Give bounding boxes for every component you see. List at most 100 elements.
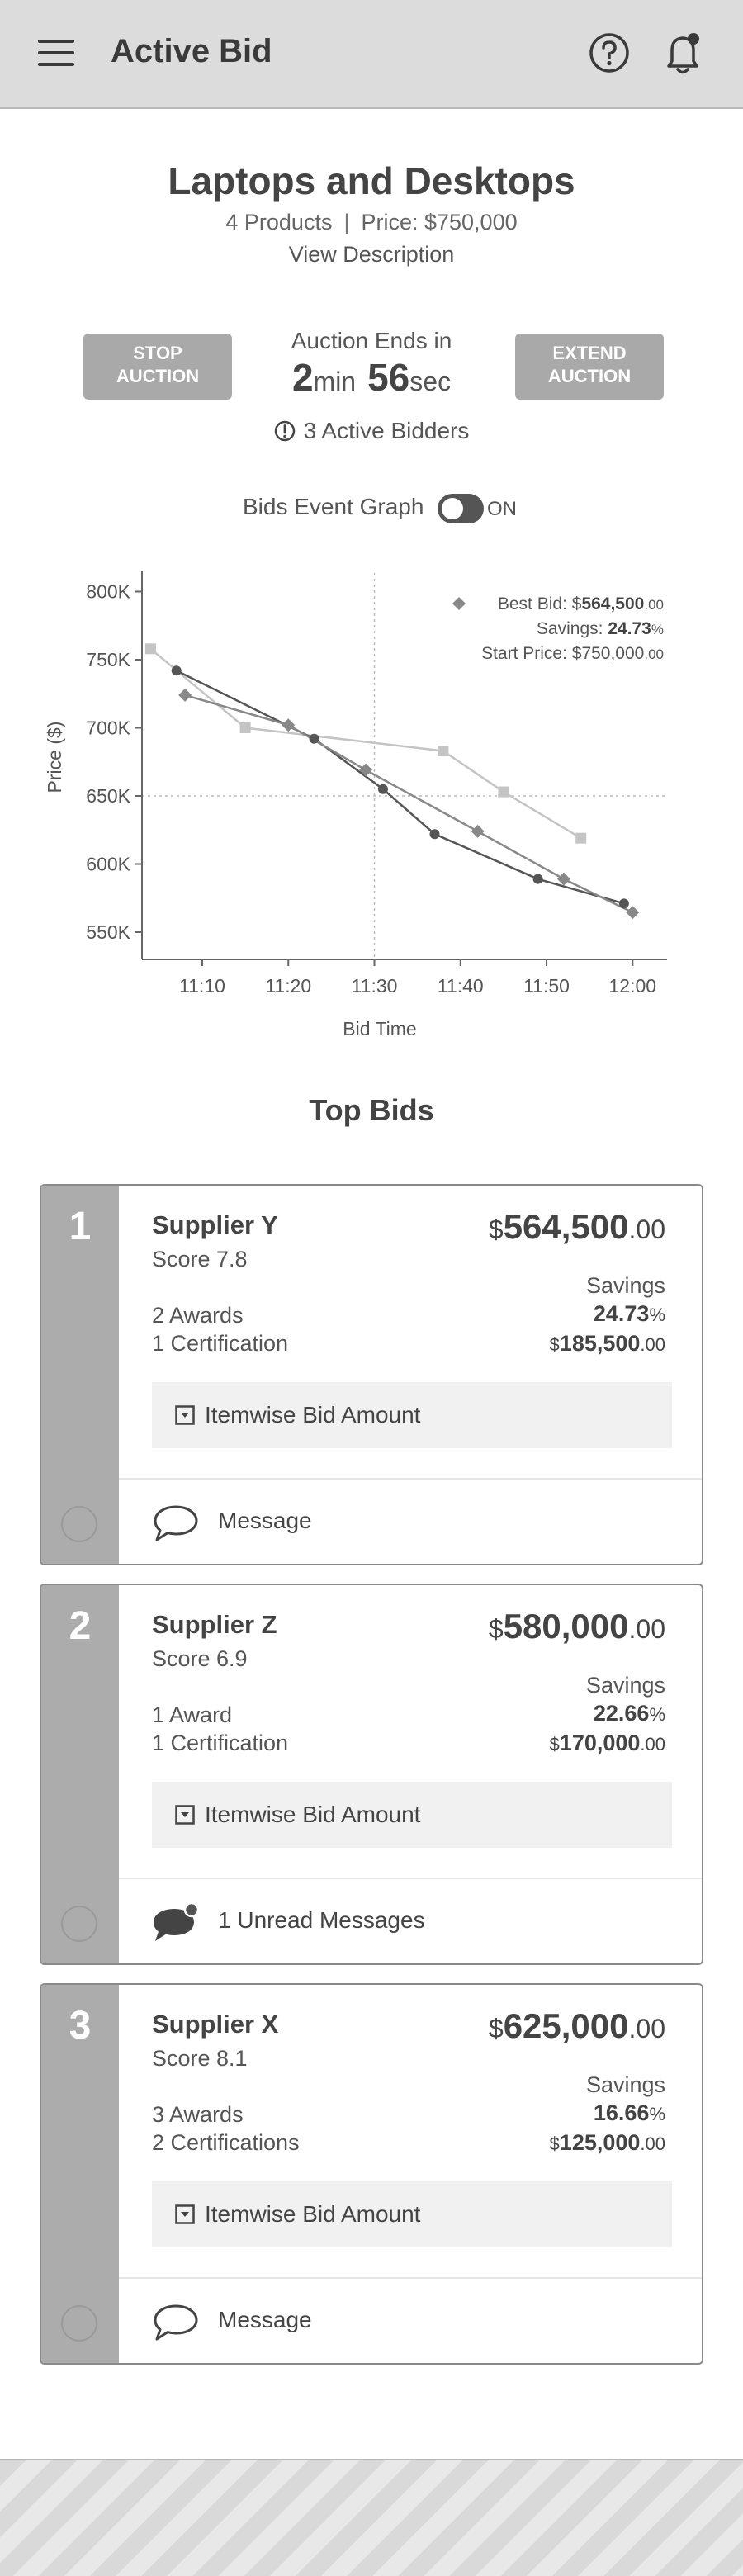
supplier-score: Score 7.8 bbox=[152, 1247, 248, 1271]
unread-messages-button[interactable]: 1 Unread Messages bbox=[152, 1896, 647, 1949]
x-tick-label: 11:10 bbox=[179, 975, 225, 997]
x-tick-label: 12:00 bbox=[609, 975, 657, 997]
chat-bubble-unread-icon bbox=[154, 1902, 200, 1941]
itemwise-bid-dropdown[interactable]: Itemwise Bid Amount bbox=[152, 2181, 672, 2247]
savings-label: Savings bbox=[585, 1273, 665, 1298]
savings-currency: $ bbox=[549, 1334, 560, 1355]
savings-amount-decimal: .00 bbox=[640, 1334, 665, 1355]
x-tick-label: 11:40 bbox=[438, 975, 484, 997]
savings-annotation: Savings: 24.73% bbox=[537, 619, 664, 638]
bid-amount-decimal: .00 bbox=[628, 1215, 665, 1244]
best-bid-annotation: Best Bid: $564,500.00 bbox=[498, 594, 664, 613]
awards-count: 2 Awards bbox=[152, 1303, 244, 1328]
extend-auction-button[interactable]: EXTEND AUCTION bbox=[515, 334, 664, 400]
y-tick-label: 600K bbox=[86, 854, 130, 875]
x-tick-label: 11:30 bbox=[352, 975, 398, 997]
rank-column: 3 bbox=[41, 1985, 119, 2363]
percent-unit: % bbox=[649, 1305, 665, 1325]
rank-column: 1 bbox=[41, 1186, 119, 1564]
data-point-square bbox=[498, 786, 509, 798]
select-bid-radio[interactable] bbox=[61, 1506, 97, 1542]
data-point-square bbox=[239, 722, 251, 733]
timer-minutes: 2 bbox=[291, 356, 314, 399]
countdown-timer: 2min 56sec bbox=[248, 355, 495, 400]
extend-auction-label-line2: AUCTION bbox=[547, 366, 632, 386]
stop-auction-label-line1: STOP bbox=[133, 343, 182, 363]
auction-ends-label: Auction Ends in bbox=[291, 328, 452, 353]
data-point-square bbox=[575, 832, 587, 844]
bid-amount: $580,000.00 bbox=[489, 1607, 665, 1646]
auction-title: Laptops and Desktops bbox=[168, 159, 575, 202]
savings-amount-value: 125,000 bbox=[559, 2130, 641, 2155]
start-price-annotation-label: Start Price: $750,000 bbox=[481, 644, 644, 663]
data-point-diamond bbox=[471, 824, 485, 838]
active-bidders-text: 3 Active Bidders bbox=[303, 418, 470, 443]
savings-percent: 24.73% bbox=[550, 1300, 665, 1329]
divider bbox=[119, 1878, 702, 1879]
savings-percent-value: 16.66 bbox=[593, 2100, 650, 2125]
best-bid-label: Best Bid: $ bbox=[498, 594, 582, 613]
timer-seconds-unit: sec bbox=[409, 367, 452, 396]
rank-number: 2 bbox=[69, 1604, 92, 1648]
extend-auction-label-line1: EXTEND bbox=[552, 343, 627, 363]
awards-count: 3 Awards bbox=[152, 2102, 244, 2127]
bid-card: 2 Supplier Z Score 6.9 1 Award 1 Certifi… bbox=[40, 1584, 703, 1965]
divider bbox=[119, 2277, 702, 2279]
itemwise-bid-dropdown[interactable]: Itemwise Bid Amount bbox=[152, 1382, 672, 1448]
supplier-name: Supplier Z bbox=[152, 1610, 277, 1639]
savings-amount: $170,000.00 bbox=[550, 1729, 665, 1759]
savings-annotation-value: 24.73 bbox=[608, 619, 651, 638]
bid-currency: $ bbox=[488, 1215, 504, 1244]
x-axis-label: Bid Time bbox=[343, 1018, 416, 1039]
savings-block: Savings 22.66% $170,000.00 bbox=[550, 1671, 665, 1759]
supplier-credentials: 3 Awards 2 Certifications bbox=[152, 2100, 300, 2157]
certifications-count: 1 Certification bbox=[152, 1731, 289, 1755]
itemwise-bid-dropdown[interactable]: Itemwise Bid Amount bbox=[152, 1782, 672, 1848]
bid-card: 1 Supplier Y Score 7.8 2 Awards 1 Certif… bbox=[40, 1184, 703, 1565]
notification-bell-icon[interactable] bbox=[660, 28, 707, 78]
dropdown-box-icon bbox=[175, 1405, 195, 1425]
y-tick-label: 750K bbox=[86, 649, 130, 670]
rank-number: 3 bbox=[69, 2004, 92, 2048]
select-bid-radio[interactable] bbox=[61, 2305, 97, 2342]
help-icon[interactable] bbox=[589, 32, 630, 73]
supplier-credentials: 1 Award 1 Certification bbox=[152, 1701, 288, 1757]
savings-amount-value: 185,500 bbox=[559, 1331, 641, 1356]
hamburger-menu-icon[interactable] bbox=[38, 38, 74, 68]
savings-annotation-unit: % bbox=[651, 622, 664, 637]
supplier-name: Supplier Y bbox=[152, 1210, 278, 1239]
bid-amount: $564,500.00 bbox=[489, 1207, 665, 1247]
y-axis-label: Price ($) bbox=[44, 722, 65, 793]
certifications-count: 1 Certification bbox=[152, 1331, 289, 1356]
message-label: 1 Unread Messages bbox=[218, 1907, 425, 1933]
select-bid-radio[interactable] bbox=[61, 1906, 97, 1942]
bid-amount: $625,000.00 bbox=[489, 2006, 665, 2046]
dropdown-box-icon bbox=[175, 2204, 195, 2224]
message-button[interactable]: Message bbox=[152, 2295, 647, 2348]
savings-amount-decimal: .00 bbox=[640, 1734, 665, 1754]
bid-card: 3 Supplier X Score 8.1 3 Awards 2 Certif… bbox=[40, 1983, 703, 2365]
data-point-circle bbox=[309, 733, 319, 744]
product-count: 4 Products bbox=[225, 210, 333, 234]
data-point-circle bbox=[532, 874, 543, 884]
dropdown-box-icon bbox=[175, 1805, 195, 1825]
toggle-state-label: ON bbox=[487, 498, 517, 520]
chat-bubble-icon bbox=[154, 1505, 198, 1541]
data-point-diamond bbox=[282, 718, 296, 732]
data-point-diamond bbox=[556, 872, 570, 886]
stop-auction-button[interactable]: STOP AUCTION bbox=[83, 334, 232, 400]
app-header: Active Bid bbox=[0, 0, 743, 109]
message-label: Message bbox=[218, 1508, 312, 1533]
savings-currency: $ bbox=[549, 2133, 560, 2154]
page-title: Active Bid bbox=[111, 33, 272, 69]
message-button[interactable]: Message bbox=[152, 1496, 647, 1549]
view-description-link[interactable]: View Description bbox=[0, 242, 743, 268]
certifications-count: 2 Certifications bbox=[152, 2130, 300, 2155]
bid-amount-value: 564,500 bbox=[503, 1207, 629, 1246]
bids-graph-toggle[interactable] bbox=[438, 494, 484, 523]
bids-graph-label: Bids Event Graph bbox=[243, 494, 424, 519]
rank-column: 2 bbox=[41, 1585, 119, 1963]
start-price-annotation: Start Price: $750,000.00 bbox=[481, 644, 664, 663]
alert-circle-icon bbox=[274, 420, 295, 442]
stop-auction-label-line2: AUCTION bbox=[116, 366, 200, 386]
